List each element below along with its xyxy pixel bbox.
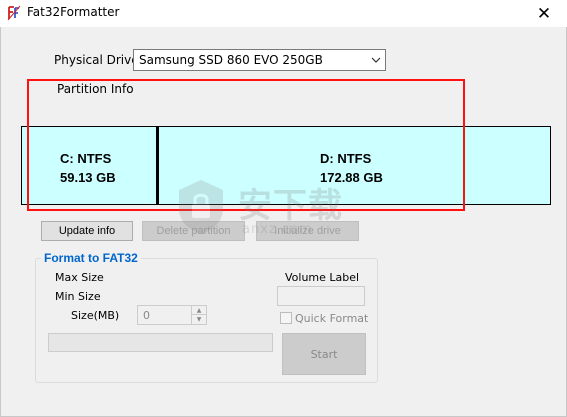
physical-drive-value: Samsung SSD 860 EVO 250GB — [139, 53, 323, 67]
quick-format-label: Quick Format — [295, 312, 369, 325]
size-mb-spinner[interactable]: 0 ▲ ▼ — [137, 305, 207, 325]
spin-down-icon[interactable]: ▼ — [191, 315, 206, 324]
partition-info-label: Partition Info — [57, 82, 134, 96]
partition-d-size: 172.88 GB — [320, 170, 383, 185]
window-title: Fat32Formatter — [27, 5, 120, 19]
spin-up-icon[interactable]: ▲ — [191, 306, 206, 315]
format-progress-bar — [48, 333, 273, 352]
delete-partition-button[interactable]: Delete partition — [142, 221, 245, 241]
partition-c[interactable]: C: NTFS 59.13 GB — [22, 127, 156, 204]
min-size-label: Min Size — [55, 290, 101, 303]
format-group-title: Format to FAT32 — [41, 251, 141, 265]
partition-map: C: NTFS 59.13 GB D: NTFS 172.88 GB — [21, 126, 551, 205]
physical-drive-select[interactable]: Samsung SSD 860 EVO 250GB — [133, 49, 386, 71]
partition-c-size: 59.13 GB — [60, 170, 116, 185]
partition-c-name: C: NTFS — [60, 151, 112, 166]
start-button[interactable]: Start — [282, 333, 366, 375]
update-info-button[interactable]: Update info — [41, 221, 133, 241]
partition-d-name: D: NTFS — [320, 151, 372, 166]
title-bar: Fat32Formatter ✕ — [0, 0, 567, 27]
close-icon: ✕ — [536, 3, 552, 24]
partition-d[interactable]: D: NTFS 172.88 GB — [159, 127, 550, 204]
initialize-drive-button[interactable]: Initialize drive — [256, 221, 359, 241]
physical-drive-label: Physical Drive — [54, 53, 139, 67]
close-button[interactable]: ✕ — [521, 0, 567, 27]
volume-label-input[interactable] — [277, 286, 365, 306]
max-size-label: Max Size — [55, 271, 104, 284]
quick-format-checkbox[interactable] — [280, 312, 292, 324]
size-mb-value: 0 — [143, 309, 150, 322]
volume-label-label: Volume Label — [285, 271, 360, 284]
chevron-down-icon — [370, 55, 382, 65]
app-icon — [6, 5, 22, 21]
size-mb-label: Size(MB) — [71, 309, 120, 322]
